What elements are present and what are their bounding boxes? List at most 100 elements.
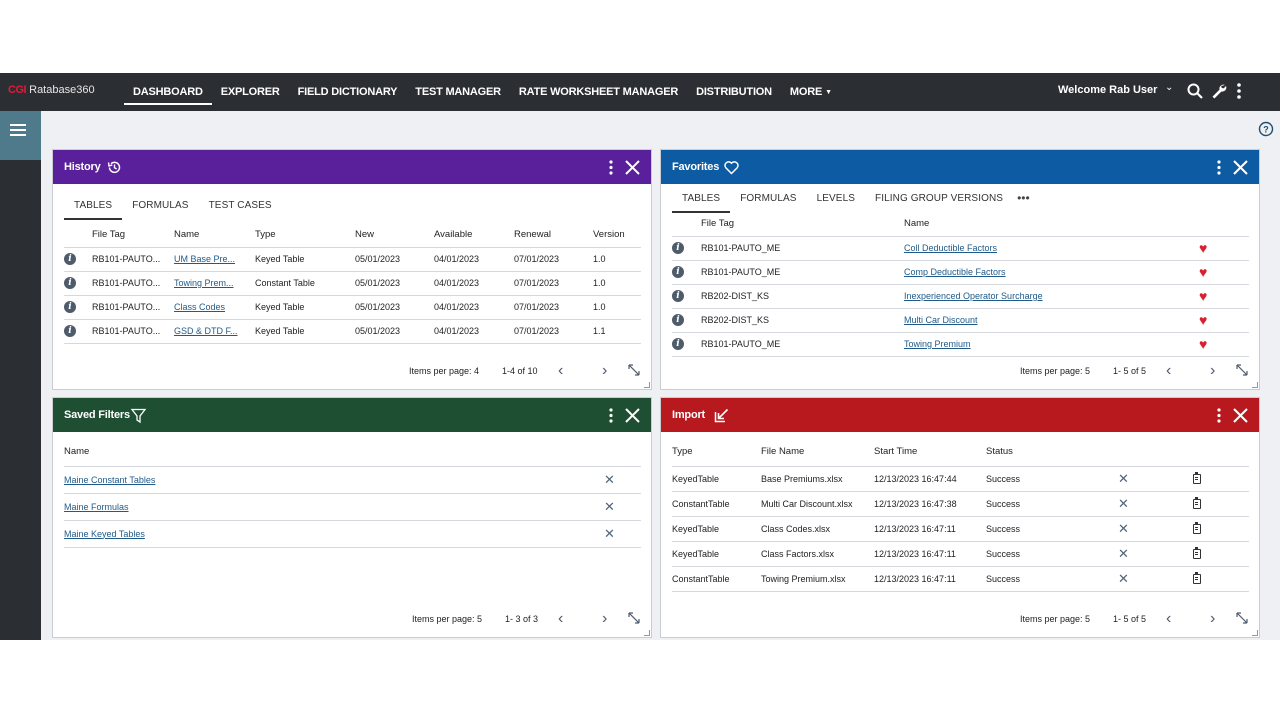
more-tabs-icon[interactable]: ••• (1013, 192, 1034, 213)
column-header[interactable]: Name (64, 438, 604, 467)
heart-icon[interactable]: ♥ (1199, 336, 1207, 352)
user-menu-caret-icon[interactable]: ⌄ (1165, 82, 1173, 93)
tab-formulas[interactable]: FORMULAS (122, 200, 198, 220)
column-header[interactable]: Renewal (514, 223, 593, 248)
info-icon[interactable]: i (672, 290, 684, 302)
clipboard-icon[interactable] (1193, 571, 1201, 584)
column-header[interactable]: Name (174, 223, 255, 248)
wrench-icon[interactable] (1210, 82, 1228, 100)
more-vert-icon[interactable] (1230, 82, 1248, 100)
help-icon[interactable]: ? (1258, 121, 1274, 137)
clipboard-icon[interactable] (1193, 471, 1201, 484)
delete-icon[interactable]: ✕ (604, 499, 615, 514)
info-icon[interactable]: i (672, 242, 684, 254)
nav-rate-worksheet-manager[interactable]: RATE WORKSHEET MANAGER (510, 73, 687, 111)
expand-icon[interactable] (628, 364, 640, 376)
chevron-right-icon[interactable]: › (602, 610, 607, 628)
clipboard-icon[interactable] (1193, 521, 1201, 534)
tab-tables[interactable]: TABLES (64, 200, 123, 220)
delete-icon[interactable]: ✕ (604, 526, 615, 541)
items-per-page[interactable]: Items per page: 5 (412, 614, 482, 624)
column-header[interactable]: Available (434, 223, 514, 248)
close-icon[interactable]: ✕ (1118, 546, 1129, 561)
search-icon[interactable] (1186, 82, 1204, 100)
column-header[interactable]: Version (593, 223, 641, 248)
chevron-left-icon[interactable]: ‹ (1166, 610, 1171, 628)
clipboard-icon[interactable] (1193, 496, 1201, 509)
delete-icon[interactable]: ✕ (604, 472, 615, 487)
info-icon[interactable]: i (672, 314, 684, 326)
name-link[interactable]: GSD & DTD F... (174, 326, 238, 336)
nav-field-dictionary[interactable]: FIELD DICTIONARY (289, 73, 407, 111)
more-vert-icon[interactable] (609, 407, 613, 424)
tab-tables[interactable]: TABLES (672, 193, 731, 213)
name-link[interactable]: Coll Deductible Factors (904, 243, 997, 253)
expand-icon[interactable] (1236, 364, 1248, 376)
column-header[interactable]: New (355, 223, 434, 248)
close-icon[interactable]: ✕ (1118, 521, 1129, 536)
column-header[interactable]: Name (904, 212, 1199, 237)
tab-test-cases[interactable]: TEST CASES (199, 200, 282, 220)
column-header[interactable]: Type (255, 223, 355, 248)
chevron-right-icon[interactable]: › (1210, 362, 1215, 380)
filter-link[interactable]: Maine Formulas (64, 502, 129, 512)
info-icon[interactable]: i (672, 266, 684, 278)
close-icon[interactable]: ✕ (1118, 571, 1129, 586)
heart-icon[interactable]: ♥ (1199, 288, 1207, 304)
info-icon[interactable]: i (64, 277, 76, 289)
filter-link[interactable]: Maine Keyed Tables (64, 529, 145, 539)
clipboard-icon[interactable] (1193, 546, 1201, 559)
heart-icon[interactable]: ♥ (1199, 312, 1207, 328)
close-icon[interactable] (1232, 159, 1249, 176)
nav-test-manager[interactable]: TEST MANAGER (406, 73, 510, 111)
items-per-page[interactable]: Items per page: 5 (1020, 366, 1090, 376)
chevron-left-icon[interactable]: ‹ (558, 610, 563, 628)
more-vert-icon[interactable] (1217, 407, 1221, 424)
close-icon[interactable] (624, 159, 641, 176)
name-link[interactable]: Class Codes (174, 302, 225, 312)
close-icon[interactable]: ✕ (1118, 496, 1129, 511)
resize-handle[interactable] (1252, 382, 1258, 388)
menu-icon[interactable] (0, 111, 41, 160)
brand[interactable]: CGI Ratabase360 (8, 84, 95, 96)
column-header[interactable]: File Tag (701, 212, 904, 237)
column-header[interactable]: Start Time (874, 438, 986, 467)
chevron-left-icon[interactable]: ‹ (1166, 362, 1171, 380)
expand-icon[interactable] (1236, 612, 1248, 624)
filter-link[interactable]: Maine Constant Tables (64, 475, 155, 485)
close-icon[interactable] (1232, 407, 1249, 424)
column-header[interactable]: Type (672, 438, 761, 467)
name-link[interactable]: Inexperienced Operator Surcharge (904, 291, 1043, 301)
name-link[interactable]: Towing Premium (904, 339, 971, 349)
column-header[interactable]: File Name (761, 438, 874, 467)
heart-icon[interactable]: ♥ (1199, 264, 1207, 280)
name-link[interactable]: Multi Car Discount (904, 315, 978, 325)
expand-icon[interactable] (628, 612, 640, 624)
info-icon[interactable]: i (64, 301, 76, 313)
nav-distribution[interactable]: DISTRIBUTION (687, 73, 781, 111)
tab-formulas[interactable]: FORMULAS (730, 193, 806, 213)
chevron-left-icon[interactable]: ‹ (558, 362, 563, 380)
info-icon[interactable]: i (64, 325, 76, 337)
resize-handle[interactable] (644, 630, 650, 636)
chevron-right-icon[interactable]: › (1210, 610, 1215, 628)
items-per-page[interactable]: Items per page: 5 (1020, 614, 1090, 624)
resize-handle[interactable] (644, 382, 650, 388)
nav-dashboard[interactable]: DASHBOARD (124, 73, 212, 111)
tab-filing-group-versions[interactable]: FILING GROUP VERSIONS (865, 193, 1013, 213)
nav-more[interactable]: MORE ▼ (781, 73, 841, 111)
items-per-page[interactable]: Items per page: 4 (409, 366, 479, 376)
heart-icon[interactable]: ♥ (1199, 240, 1207, 256)
close-icon[interactable]: ✕ (1118, 471, 1129, 486)
close-icon[interactable] (624, 407, 641, 424)
info-icon[interactable]: i (672, 338, 684, 350)
more-vert-icon[interactable] (1217, 159, 1221, 176)
name-link[interactable]: Towing Prem... (174, 278, 234, 288)
resize-handle[interactable] (1252, 630, 1258, 636)
chevron-right-icon[interactable]: › (602, 362, 607, 380)
nav-explorer[interactable]: EXPLORER (212, 73, 289, 111)
more-vert-icon[interactable] (609, 159, 613, 176)
info-icon[interactable]: i (64, 253, 76, 265)
column-header[interactable]: File Tag (92, 223, 174, 248)
name-link[interactable]: Comp Deductible Factors (904, 267, 1006, 277)
